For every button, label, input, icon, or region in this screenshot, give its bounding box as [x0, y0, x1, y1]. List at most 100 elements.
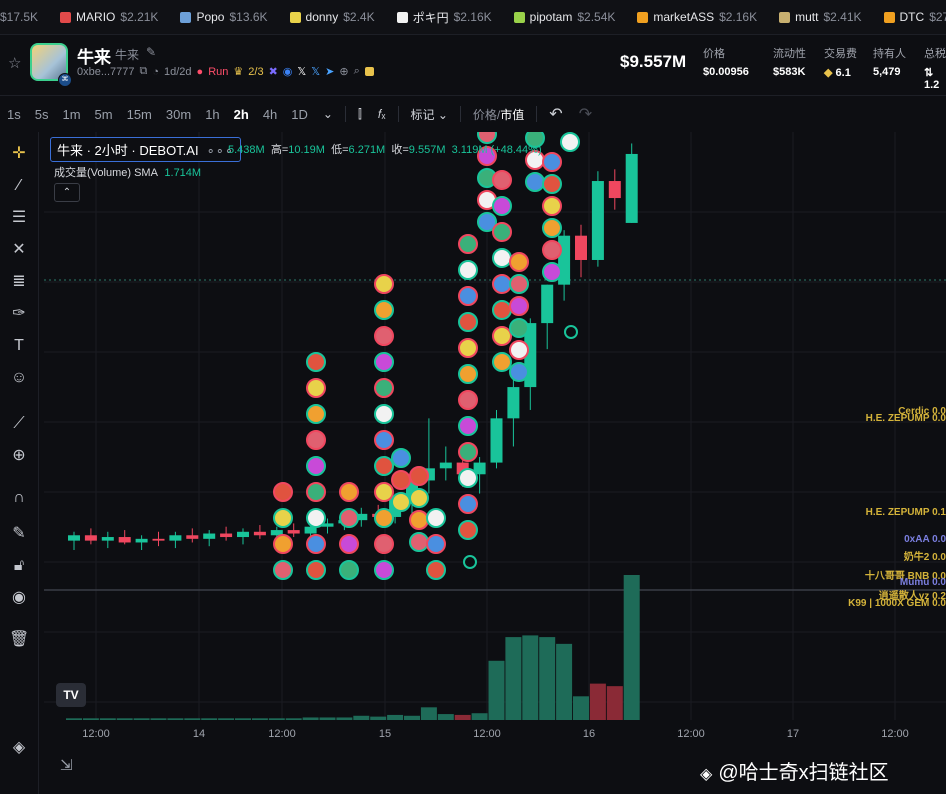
- zoom-in-icon[interactable]: ⊕: [9, 446, 29, 466]
- ticker-item[interactable]: MARIO $2.21K: [46, 10, 166, 24]
- copy-icon[interactable]: ⧉: [140, 65, 148, 78]
- trader-avatar-marker: [374, 430, 394, 450]
- trader-avatar-marker: [458, 364, 478, 384]
- pattern-icon[interactable]: ✕: [9, 240, 29, 260]
- trader-avatar-marker: [391, 448, 411, 468]
- link-icon-1[interactable]: ✖: [269, 65, 278, 78]
- ticker-value: $2.4K: [343, 10, 375, 24]
- timeframe-5s[interactable]: 5s: [28, 107, 56, 122]
- more-timeframes-chevron-icon[interactable]: ⌄: [315, 107, 341, 121]
- function-icon[interactable]: 𝑓ₓ: [370, 107, 394, 122]
- trader-label[interactable]: 0xAA 0.0: [904, 534, 946, 545]
- volume-bar: [488, 660, 505, 720]
- timeframe-5m[interactable]: 5m: [88, 107, 120, 122]
- ticker-name: DTC: [899, 10, 925, 24]
- ticker-item[interactable]: pipotam $2.54K: [500, 10, 624, 24]
- ticker-item[interactable]: DTC $278K: [870, 10, 946, 24]
- tag-icon[interactable]: [364, 67, 374, 76]
- layers-icon[interactable]: ◈: [9, 738, 29, 758]
- crosshair-icon[interactable]: ✛: [9, 144, 29, 164]
- volume-bar: [623, 575, 640, 720]
- trader-label[interactable]: H.E. ZEPUMP 0.0: [866, 413, 946, 424]
- ticker-item[interactable]: ポキ円 $2.16K: [383, 9, 500, 26]
- trader-label[interactable]: 奶牛2 0.0: [904, 548, 946, 563]
- price-mcap-toggle[interactable]: 价格/市值: [465, 106, 532, 123]
- telegram-icon[interactable]: ➤: [325, 65, 334, 78]
- ticker-value: $2.41K: [823, 10, 862, 24]
- chart-legend-title[interactable]: 牛来 · 2小时 · DEBOT.AI ∘∘∘: [50, 137, 241, 162]
- volume-bar: [370, 716, 387, 720]
- website-icon[interactable]: ⊕: [339, 65, 348, 78]
- ticker-value: $2.21K: [120, 10, 159, 24]
- lock-pencil-icon[interactable]: ✎: [9, 524, 29, 544]
- undo-icon[interactable]: ↶: [541, 104, 570, 124]
- fib-icon[interactable]: ≣: [9, 272, 29, 292]
- link-icon-2[interactable]: ◉: [283, 65, 293, 78]
- x-icon[interactable]: 𝕏: [297, 65, 306, 78]
- edit-icon[interactable]: ✎: [146, 45, 156, 59]
- trader-avatar-marker: [374, 560, 394, 580]
- favorite-star-icon[interactable]: ☆: [8, 54, 21, 72]
- trader-avatar-marker: [374, 508, 394, 528]
- ticker-token-icon: [513, 11, 525, 23]
- x-axis-label: 12:00: [677, 728, 705, 740]
- timeframe-2h[interactable]: 2h: [227, 107, 256, 122]
- ticker-name: mutt: [795, 10, 819, 24]
- trader-avatar-marker: [458, 390, 478, 410]
- collapse-legend-chevron-icon[interactable]: ⌃: [54, 183, 80, 202]
- trader-avatar-marker: [458, 416, 478, 436]
- x-icon-2[interactable]: 𝕏: [311, 65, 320, 78]
- timeframe-1m[interactable]: 1m: [55, 107, 87, 122]
- timeframe-1h[interactable]: 1h: [198, 107, 226, 122]
- search-icon[interactable]: ⌕: [354, 65, 360, 78]
- magnet-icon[interactable]: ∩: [9, 488, 29, 508]
- candle-type-icon[interactable]: ⫿: [350, 107, 370, 122]
- candle-body: [608, 181, 621, 199]
- candle-body: [68, 535, 80, 541]
- ohlc-close-label: 收=: [391, 144, 409, 156]
- mcap-option[interactable]: 市值: [500, 108, 524, 122]
- trader-label[interactable]: H.E. ZEPUMP 0.1: [866, 507, 946, 518]
- timeframe-4h[interactable]: 4h: [256, 107, 284, 122]
- tax-icon: ⇅: [924, 67, 934, 79]
- trader-avatar-marker: [542, 218, 562, 238]
- stat-tax: 总税 ⇅ 1.2: [924, 45, 946, 91]
- trash-icon[interactable]: 🗑︎: [9, 630, 29, 650]
- timeframe-1s[interactable]: 1s: [0, 107, 28, 122]
- trader-avatar-marker: [492, 170, 512, 190]
- ticker-item[interactable]: mutt $2.41K: [765, 10, 869, 24]
- trader-label[interactable]: K99 | 1000X GEM 0.0: [848, 598, 946, 609]
- calendar-jump-icon[interactable]: ⇲: [60, 756, 73, 774]
- ticker-value: $2.54K: [577, 10, 616, 24]
- ticker-item[interactable]: marketASS $2.16K: [623, 10, 765, 24]
- x-axis-label: 12:00: [473, 728, 501, 740]
- ticker-item[interactable]: Popo $13.6K: [166, 10, 275, 24]
- token-address[interactable]: 0xbe...7777: [77, 66, 135, 78]
- text-icon[interactable]: T: [9, 336, 29, 356]
- horizontal-lines-icon[interactable]: ☰: [9, 208, 29, 228]
- timeframe-15m[interactable]: 15m: [120, 107, 159, 122]
- volume-value: 1.714M: [164, 167, 202, 179]
- trendline-icon[interactable]: ⁄: [9, 176, 29, 196]
- volume-label: 成交量(Volume): [54, 167, 132, 179]
- ticker-item[interactable]: donny $2.4K: [276, 10, 383, 24]
- redo-icon[interactable]: ↷: [571, 104, 600, 124]
- trader-avatar-marker: [374, 300, 394, 320]
- price-chart[interactable]: 12:00 14 12:00 15 12:00 16 12:00 17 12:00: [44, 132, 946, 794]
- trader-avatar-marker: [306, 456, 326, 476]
- timeframe-list: 1s 5s 1m 5m 15m 30m 1h 2h 4h 1D: [0, 107, 315, 122]
- emoji-icon[interactable]: ☺: [9, 368, 29, 388]
- price-option[interactable]: 价格: [473, 108, 497, 122]
- volume-bar: [420, 707, 437, 720]
- ticker-item[interactable]: $17.5K: [0, 10, 46, 24]
- eye-icon[interactable]: ◉: [9, 588, 29, 608]
- indicators-button[interactable]: 标记 ⌄: [403, 106, 456, 123]
- ruler-icon[interactable]: ⟋: [9, 414, 29, 434]
- brush-icon[interactable]: ✑: [9, 304, 29, 324]
- candle-body: [253, 531, 266, 536]
- timeframe-30m[interactable]: 30m: [159, 107, 198, 122]
- ohlc-readout: 5.438M 高=10.19M 低=6.271M 收=9.557M 3.119M…: [228, 141, 542, 157]
- volume-bar: [319, 717, 336, 720]
- timeframe-1D[interactable]: 1D: [284, 107, 315, 122]
- lock-icon[interactable]: 🔓︎: [9, 556, 29, 576]
